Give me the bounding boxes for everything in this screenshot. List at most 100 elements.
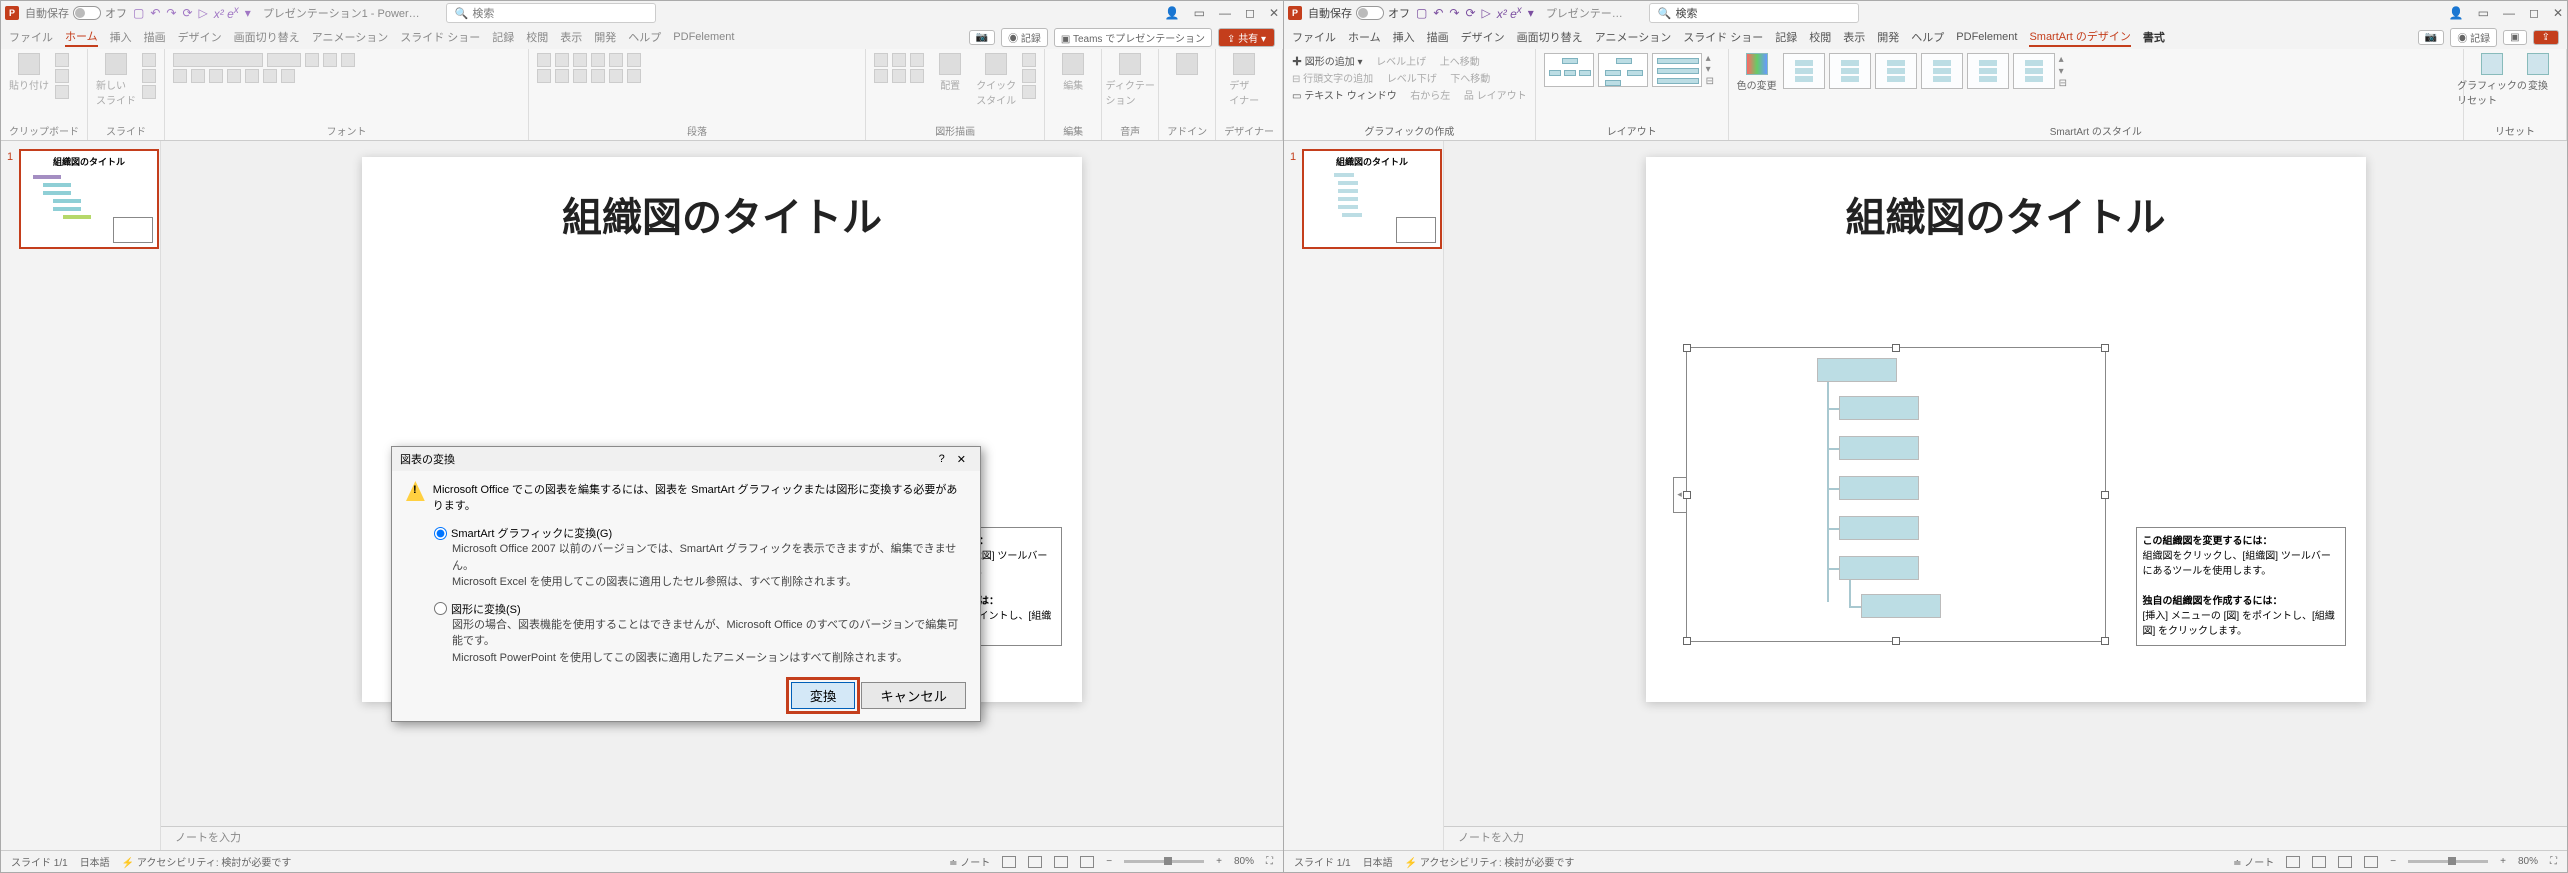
indent-dec-icon[interactable] — [573, 53, 587, 67]
smartart-node[interactable] — [1839, 436, 1919, 460]
reset-graphic-button[interactable]: グラフィックの リセット — [2472, 53, 2512, 107]
math-icon[interactable]: x² ex — [214, 5, 239, 21]
share-button[interactable]: ⇪ 共有 ▾ — [1218, 28, 1275, 47]
zoom-slider[interactable] — [1124, 860, 1204, 863]
shadow-icon[interactable] — [245, 69, 259, 83]
view-reading-icon[interactable] — [1054, 856, 1068, 868]
tab-file[interactable]: ファイル — [1292, 29, 1336, 45]
spacing-icon[interactable] — [263, 69, 277, 83]
justify-icon[interactable] — [591, 69, 605, 83]
tab-animations[interactable]: アニメーション — [1595, 29, 1672, 45]
undo-icon[interactable]: ↶ — [150, 6, 160, 20]
tab-smartart-design[interactable]: SmartArt のデザイン — [2029, 28, 2130, 47]
save-icon[interactable]: ▢ — [1416, 6, 1427, 20]
view-slideshow-icon[interactable] — [2364, 856, 2378, 868]
smartart-convert-icon[interactable] — [627, 69, 641, 83]
share-button[interactable]: ⇪ — [2533, 30, 2559, 45]
language-indicator[interactable]: 日本語 — [80, 854, 110, 869]
slideshow-icon[interactable]: ▷ — [199, 6, 208, 20]
option-shapes[interactable]: 図形に変換(S) 図形の場合、図表機能を使用することはできませんが、Micros… — [434, 601, 966, 667]
redo-icon[interactable]: ↷ — [1449, 6, 1459, 20]
line-spacing-icon[interactable] — [609, 53, 623, 67]
tab-review[interactable]: 校閲 — [1809, 29, 1831, 45]
tab-draw[interactable]: 描画 — [1427, 29, 1449, 45]
notes-button[interactable]: ≐ ノート — [2233, 854, 2274, 869]
style-option[interactable] — [1829, 53, 1871, 89]
editing-button[interactable]: 編集 — [1053, 53, 1093, 92]
ribbon-mode-icon[interactable]: ▭ — [1194, 6, 1205, 20]
quick-styles-button[interactable]: クイック スタイル — [976, 53, 1016, 107]
style-option[interactable] — [2013, 53, 2055, 89]
italic-icon[interactable] — [191, 69, 205, 83]
smartart-node[interactable] — [1839, 556, 1919, 580]
shape-icon[interactable] — [874, 53, 888, 67]
smartart-node[interactable] — [1817, 358, 1897, 382]
new-slide-button[interactable]: 新しい スライド — [96, 53, 136, 107]
reset-icon[interactable] — [142, 69, 156, 83]
bold-icon[interactable] — [173, 69, 187, 83]
level-down-button[interactable]: レベル下げ — [1387, 70, 1437, 85]
layout-option[interactable] — [1598, 53, 1648, 87]
chevron-down-icon[interactable]: ▾ — [245, 6, 251, 20]
zoom-slider[interactable] — [2408, 860, 2488, 863]
accessibility-status[interactable]: ⚡ アクセシビリティ: 検討が必要です — [122, 854, 292, 869]
style-option[interactable] — [1967, 53, 2009, 89]
convert-button[interactable]: 変換 — [2518, 53, 2558, 92]
gallery-down-icon[interactable]: ▾ — [1706, 64, 1720, 75]
tab-slideshow[interactable]: スライド ショー — [400, 29, 480, 45]
language-indicator[interactable]: 日本語 — [1363, 854, 1393, 869]
style-option[interactable] — [1783, 53, 1825, 89]
format-painter-icon[interactable] — [55, 85, 69, 99]
tab-insert[interactable]: 挿入 — [1393, 29, 1415, 45]
notes-pane[interactable]: ノートを入力 — [161, 826, 1283, 850]
slide-area[interactable]: 組織図のタイトル ◂ — [1444, 141, 2567, 826]
view-normal-icon[interactable] — [2286, 856, 2300, 868]
change-colors-button[interactable]: 色の変更 — [1737, 53, 1777, 92]
layout-option[interactable] — [1652, 53, 1702, 87]
fill-icon[interactable] — [1022, 53, 1036, 67]
tab-animations[interactable]: アニメーション — [312, 29, 389, 45]
style-option[interactable] — [1921, 53, 1963, 89]
paste-button[interactable]: 貼り付け — [9, 53, 49, 92]
align-left-icon[interactable] — [537, 69, 551, 83]
dialog-help-button[interactable]: ? — [933, 453, 951, 465]
shape-icon[interactable] — [874, 69, 888, 83]
gallery-more-icon[interactable]: ⊟ — [2059, 78, 2073, 89]
arrange-button[interactable]: 配置 — [930, 53, 970, 92]
autosave-toggle[interactable]: 自動保存 オフ — [25, 5, 127, 21]
cut-icon[interactable] — [55, 53, 69, 67]
account-icon[interactable]: 👤 — [2449, 6, 2464, 20]
maximize-button[interactable]: ◻ — [2529, 6, 2539, 20]
accessibility-status[interactable]: ⚡ アクセシビリティ: 検討が必要です — [1405, 854, 1575, 869]
gallery-up-icon[interactable]: ▴ — [1706, 53, 1720, 64]
teams-icon-button[interactable]: ▣ — [2503, 30, 2526, 45]
radio-smartart[interactable] — [434, 527, 447, 540]
move-down-button[interactable]: 下へ移動 — [1450, 70, 1490, 85]
gallery-down-icon[interactable]: ▾ — [2059, 66, 2073, 77]
increase-font-icon[interactable] — [305, 53, 319, 67]
style-option[interactable] — [1875, 53, 1917, 89]
tab-record[interactable]: 記録 — [492, 29, 514, 45]
slide[interactable]: 組織図のタイトル ◂ — [1646, 157, 2366, 702]
zoom-value[interactable]: 80% — [1234, 856, 1254, 867]
account-icon[interactable]: 👤 — [1165, 6, 1180, 20]
outline-icon[interactable] — [1022, 69, 1036, 83]
columns-icon[interactable] — [609, 69, 623, 83]
style-gallery[interactable]: ▴▾⊟ — [1783, 53, 2073, 89]
quick-access-toolbar[interactable]: ▢ ↶ ↷ ⟳ ▷ x² ex ▾ — [1416, 5, 1534, 21]
tab-review[interactable]: 校閲 — [526, 29, 548, 45]
view-reading-icon[interactable] — [2338, 856, 2352, 868]
convert-button[interactable]: 変換 — [791, 682, 856, 709]
tab-transitions[interactable]: 画面切り替え — [234, 29, 300, 45]
align-center-icon[interactable] — [555, 69, 569, 83]
text-direction-icon[interactable] — [627, 53, 641, 67]
fit-window-icon[interactable]: ⛶ — [1266, 856, 1273, 867]
font-family-dropdown[interactable] — [173, 53, 263, 67]
teams-present-button[interactable]: ▣ Teams でプレゼンテーション — [1054, 28, 1212, 47]
shape-icon[interactable] — [910, 69, 924, 83]
tab-help[interactable]: ヘルプ — [628, 29, 661, 45]
rtl-button[interactable]: 右から左 — [1410, 87, 1450, 102]
tab-design[interactable]: デザイン — [1461, 29, 1505, 45]
slide-thumbnail-1[interactable]: 1 組織図のタイトル — [19, 149, 159, 249]
tab-developer[interactable]: 開発 — [594, 29, 616, 45]
